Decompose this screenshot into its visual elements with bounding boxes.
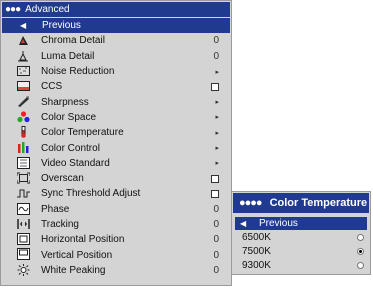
menu-item-sync-threshold-adjust[interactable]: Sync Threshold Adjust <box>1 186 231 201</box>
menu-item-value: 0 <box>213 35 219 47</box>
option-label: 6500K <box>242 231 271 243</box>
chevron-right-icon: ▸ <box>215 68 219 76</box>
sharpness-icon <box>17 95 30 108</box>
color-space-icon <box>17 111 30 123</box>
menu-item-label: Sync Threshold Adjust <box>41 188 141 200</box>
thermometer-icon <box>17 126 30 138</box>
menu-item-value: 0 <box>213 203 219 215</box>
overscan-checkbox[interactable] <box>211 171 219 186</box>
menu-item-luma-detail[interactable]: Luma Detail 0 <box>1 49 231 64</box>
color-control-icon <box>17 141 30 154</box>
menu-item-white-peaking[interactable]: White Peaking 0 <box>1 263 231 278</box>
vertical-position-icon <box>17 248 30 261</box>
menu-item-tracking[interactable]: Tracking 0 <box>1 217 231 232</box>
video-standard-icon <box>17 156 30 169</box>
menu-item-value: 0 <box>213 249 219 261</box>
menu-item-value: 0 <box>213 219 219 230</box>
menu-item-label: Previous <box>42 20 81 32</box>
menu-dots-icon: ●●● <box>5 4 21 15</box>
menu-item-horizontal-position[interactable]: Horizontal Position 0 <box>1 232 231 247</box>
menu-item-chroma-detail[interactable]: Chroma Detail 0 <box>1 33 231 48</box>
menu-dots-icon: ●●●● <box>239 197 263 209</box>
menu-item-label: Color Temperature <box>41 127 124 139</box>
menu-item-label: Color Control <box>41 142 100 154</box>
sync-threshold-checkbox[interactable] <box>211 186 219 201</box>
option-6500k-radio[interactable] <box>357 234 364 241</box>
ccs-checkbox[interactable] <box>211 79 219 94</box>
chevron-right-icon: ▸ <box>215 160 219 168</box>
tracking-icon <box>17 218 30 230</box>
menu-item-label: Video Standard <box>41 157 110 169</box>
menu-item-video-standard[interactable]: Video Standard ▸ <box>1 156 231 171</box>
option-label: 7500K <box>242 245 271 257</box>
menu-item-value: 0 <box>213 50 219 62</box>
option-7500k[interactable]: 7500K <box>232 244 370 258</box>
menu-item-label: Phase <box>41 203 70 215</box>
previous-label: Previous <box>259 218 298 229</box>
color-temperature-title: Color Temperature <box>269 197 368 209</box>
menu-item-label: Chroma Detail <box>41 35 105 47</box>
chevron-right-icon: ▸ <box>215 114 219 122</box>
option-9300k-radio[interactable] <box>357 262 364 269</box>
color-temperature-menu: ●●●● Color Temperature ◀ Previous 6500K … <box>231 191 371 275</box>
phase-icon <box>17 202 30 215</box>
menu-item-label: Overscan <box>41 173 84 185</box>
menu-item-value: 0 <box>213 264 219 276</box>
menu-item-label: CCS <box>41 81 63 93</box>
sync-icon <box>17 187 30 199</box>
menu-item-overscan[interactable]: Overscan <box>1 171 231 186</box>
ccs-icon <box>17 80 30 92</box>
menu-item-label: Horizontal Position <box>41 234 125 246</box>
advanced-menu-title: Advanced <box>25 4 70 15</box>
advanced-menu-title-bar: ●●● Advanced <box>1 1 231 18</box>
menu-item-color-control[interactable]: Color Control ▸ <box>1 140 231 155</box>
overscan-icon <box>17 172 30 184</box>
menu-item-sharpness[interactable]: Sharpness ▸ <box>1 94 231 109</box>
menu-item-vertical-position[interactable]: Vertical Position 0 <box>1 247 231 262</box>
left-arrow-icon: ◀ <box>240 219 247 228</box>
option-label: 9300K <box>242 259 271 271</box>
menu-item-noise-reduction[interactable]: Noise Reduction ▸ <box>1 64 231 79</box>
chevron-right-icon: ▸ <box>215 145 219 153</box>
chevron-right-icon: ▸ <box>215 129 219 137</box>
menu-item-value: 0 <box>213 234 219 246</box>
menu-item-label: Tracking <box>41 219 79 230</box>
menu-item-label: White Peaking <box>41 264 106 276</box>
horizontal-position-icon <box>17 233 30 246</box>
color-temperature-title-bar: ●●●● Color Temperature <box>232 192 370 214</box>
menu-item-label: Vertical Position <box>41 249 113 261</box>
menu-item-label: Noise Reduction <box>41 66 115 78</box>
menu-item-color-temperature[interactable]: Color Temperature ▸ <box>1 125 231 140</box>
chevron-right-icon: ▸ <box>215 99 219 107</box>
option-6500k[interactable]: 6500K <box>232 230 370 244</box>
color-temperature-previous[interactable]: ◀ Previous <box>235 217 367 230</box>
luma-icon <box>17 50 30 62</box>
menu-item-label: Luma Detail <box>41 50 95 62</box>
white-peaking-icon <box>17 263 30 276</box>
option-9300k[interactable]: 9300K <box>232 258 370 272</box>
left-arrow-icon: ◀ <box>20 21 27 31</box>
option-7500k-radio[interactable] <box>357 248 364 255</box>
menu-item-phase[interactable]: Phase 0 <box>1 202 231 217</box>
menu-item-color-space[interactable]: Color Space ▸ <box>1 110 231 125</box>
menu-item-label: Sharpness <box>41 96 89 108</box>
chroma-icon <box>17 34 30 46</box>
noise-icon <box>17 65 30 77</box>
menu-item-ccs[interactable]: CCS <box>1 79 231 94</box>
menu-item-previous[interactable]: ◀ Previous <box>2 18 230 34</box>
menu-item-label: Color Space <box>41 111 97 123</box>
advanced-menu: ●●● Advanced ◀ Previous Chroma Detail 0 … <box>0 0 232 286</box>
